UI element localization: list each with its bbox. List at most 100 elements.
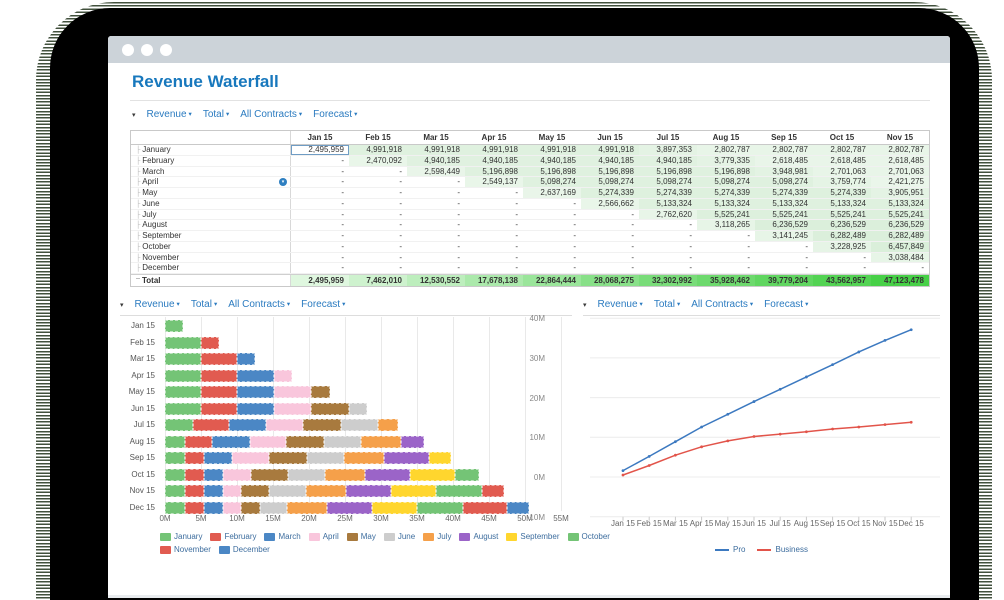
- legend-item-july[interactable]: July: [423, 532, 451, 541]
- table-cell[interactable]: 6,282,489: [871, 231, 929, 241]
- dropdown-caret-icon[interactable]: ▾: [132, 109, 136, 119]
- bar-segment-april[interactable]: [274, 403, 311, 415]
- bar-segment-january[interactable]: [165, 403, 201, 415]
- bar-segment-july[interactable]: [361, 436, 401, 448]
- row-label[interactable]: ├September: [131, 231, 291, 241]
- table-cell[interactable]: 5,196,898: [639, 167, 697, 177]
- filter-forecast[interactable]: Forecast▾: [313, 109, 357, 120]
- bar-segment-august[interactable]: [401, 436, 423, 448]
- pro-point[interactable]: [805, 376, 808, 379]
- total-cell[interactable]: 35,928,462: [697, 275, 755, 286]
- bar-segment-march[interactable]: [204, 469, 223, 481]
- row-label[interactable]: ├July: [131, 210, 291, 220]
- table-cell[interactable]: -: [407, 253, 465, 263]
- table-cell[interactable]: 5,196,898: [581, 167, 639, 177]
- table-cell[interactable]: 3,897,353: [639, 145, 697, 155]
- table-cell[interactable]: -: [349, 263, 407, 273]
- table-cell[interactable]: 5,098,274: [581, 177, 639, 187]
- table-cell[interactable]: -: [407, 231, 465, 241]
- table-cell[interactable]: 5,098,274: [639, 177, 697, 187]
- bar-segment-april[interactable]: [223, 485, 240, 497]
- legend-item-pro[interactable]: Pro: [715, 545, 745, 554]
- legend-item-august[interactable]: August: [459, 532, 498, 541]
- bar-segment-april[interactable]: [266, 419, 303, 431]
- table-cell[interactable]: -: [755, 242, 813, 252]
- table-cell[interactable]: 5,274,339: [639, 188, 697, 198]
- bar-segment-february[interactable]: [201, 403, 237, 415]
- table-cell[interactable]: -: [291, 242, 349, 252]
- table-cell[interactable]: -: [465, 231, 523, 241]
- business-point[interactable]: [622, 474, 625, 477]
- table-cell[interactable]: -: [349, 220, 407, 230]
- table-cell[interactable]: 4,940,185: [639, 156, 697, 166]
- table-cell[interactable]: 4,991,918: [523, 145, 581, 155]
- table-cell[interactable]: -: [407, 263, 465, 273]
- table-cell[interactable]: -: [349, 231, 407, 241]
- column-header[interactable]: Jul 15: [639, 131, 697, 144]
- bar-segment-february[interactable]: [185, 436, 212, 448]
- table-cell[interactable]: -: [639, 253, 697, 263]
- bar-segment-may[interactable]: [311, 386, 330, 398]
- total-cell[interactable]: 39,779,204: [755, 275, 813, 286]
- table-cell[interactable]: 4,991,918: [581, 145, 639, 155]
- column-header[interactable]: Jun 15: [581, 131, 639, 144]
- column-header[interactable]: Feb 15: [349, 131, 407, 144]
- table-cell[interactable]: 6,282,489: [813, 231, 871, 241]
- table-cell[interactable]: 5,525,241: [697, 210, 755, 220]
- filter-revenue[interactable]: Revenue▾: [598, 299, 643, 310]
- filter-total[interactable]: Total▾: [654, 299, 680, 310]
- table-cell[interactable]: -: [465, 220, 523, 230]
- table-cell[interactable]: 6,457,849: [871, 242, 929, 252]
- bar-segment-october[interactable]: [455, 469, 478, 481]
- row-label[interactable]: ├March: [131, 167, 291, 177]
- filter-total[interactable]: Total▾: [191, 299, 217, 310]
- row-label[interactable]: ├April▾: [131, 177, 291, 187]
- bar-segment-april[interactable]: [232, 452, 269, 464]
- table-cell[interactable]: -: [349, 188, 407, 198]
- table-cell[interactable]: 5,098,274: [697, 177, 755, 187]
- bar-segment-october[interactable]: [417, 502, 463, 514]
- bar-segment-february[interactable]: [201, 386, 237, 398]
- table-cell[interactable]: -: [291, 253, 349, 263]
- table-cell[interactable]: 5,133,324: [755, 199, 813, 209]
- table-cell[interactable]: 2,802,787: [697, 145, 755, 155]
- filter-forecast[interactable]: Forecast▾: [301, 299, 345, 310]
- table-cell[interactable]: 5,098,274: [755, 177, 813, 187]
- table-cell[interactable]: 5,274,339: [697, 188, 755, 198]
- table-cell[interactable]: -: [697, 242, 755, 252]
- table-cell[interactable]: -: [755, 253, 813, 263]
- bar-segment-june[interactable]: [260, 502, 287, 514]
- bar-segment-july[interactable]: [325, 469, 365, 481]
- pro-point[interactable]: [753, 400, 756, 403]
- table-cell[interactable]: -: [465, 188, 523, 198]
- table-cell[interactable]: -: [291, 199, 349, 209]
- row-label[interactable]: ├October: [131, 242, 291, 252]
- business-point[interactable]: [910, 421, 913, 424]
- table-cell[interactable]: 2,701,063: [871, 167, 929, 177]
- total-cell[interactable]: 22,864,444: [523, 275, 581, 286]
- bar-segment-july[interactable]: [306, 485, 346, 497]
- table-cell[interactable]: 2,618,485: [871, 156, 929, 166]
- bar-segment-june[interactable]: [307, 452, 344, 464]
- total-cell[interactable]: 47,123,478: [871, 275, 929, 286]
- table-cell[interactable]: 4,940,185: [465, 156, 523, 166]
- table-cell[interactable]: -: [581, 253, 639, 263]
- column-header[interactable]: Jan 15: [291, 131, 349, 144]
- bar-segment-february[interactable]: [185, 485, 204, 497]
- table-cell[interactable]: 2,802,787: [755, 145, 813, 155]
- bar-segment-september[interactable]: [410, 469, 455, 481]
- bar-segment-july[interactable]: [378, 419, 398, 431]
- table-cell[interactable]: -: [349, 253, 407, 263]
- table-cell[interactable]: 2,470,092: [349, 156, 407, 166]
- table-cell[interactable]: 2,701,063: [813, 167, 871, 177]
- table-cell[interactable]: -: [523, 220, 581, 230]
- bar-segment-february[interactable]: [201, 353, 237, 365]
- filter-all-contracts[interactable]: All Contracts▾: [228, 299, 290, 310]
- pro-point[interactable]: [831, 363, 834, 366]
- pro-point[interactable]: [910, 328, 913, 331]
- bar-segment-may[interactable]: [241, 485, 269, 497]
- business-point[interactable]: [884, 423, 887, 426]
- table-cell[interactable]: 6,236,529: [755, 220, 813, 230]
- legend-item-february[interactable]: February: [210, 532, 256, 541]
- table-cell[interactable]: 5,525,241: [755, 210, 813, 220]
